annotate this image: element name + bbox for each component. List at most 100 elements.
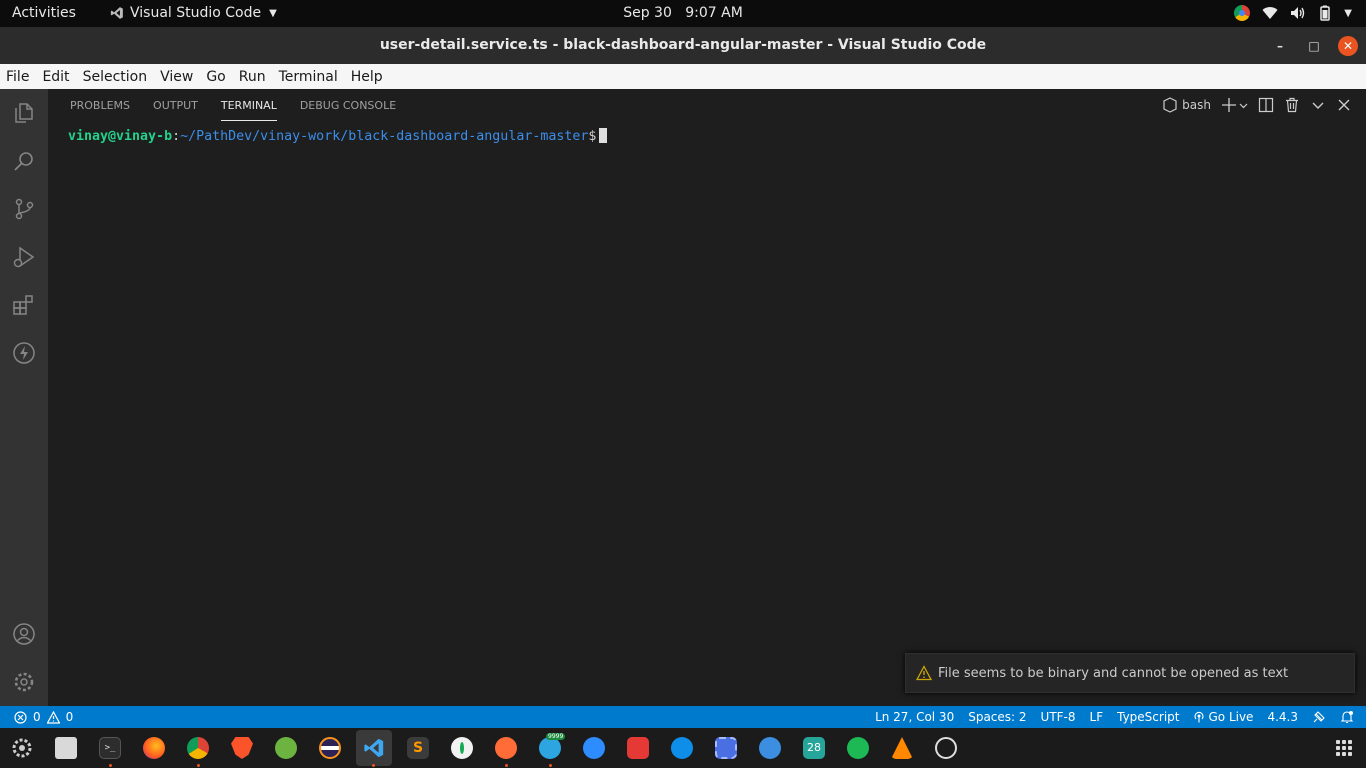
telegram-app-icon[interactable] xyxy=(539,737,561,759)
postman-app-icon[interactable] xyxy=(495,737,517,759)
notification-message: File seems to be binary and cannot be op… xyxy=(938,665,1289,681)
menu-bar: File Edit Selection View Go Run Terminal… xyxy=(0,64,1366,89)
power-menu-chevron-icon[interactable]: ▼ xyxy=(1344,8,1352,19)
mongodb-compass-app-icon[interactable] xyxy=(451,737,473,759)
go-live-label: Go Live xyxy=(1208,710,1254,724)
terminal-select[interactable]: bash xyxy=(1162,97,1211,113)
menu-terminal[interactable]: Terminal xyxy=(279,69,338,85)
language-mode[interactable]: TypeScript xyxy=(1117,710,1179,724)
tab-debug-console[interactable]: DEBUG CONSOLE xyxy=(300,99,396,121)
terminal-shell-icon xyxy=(1163,97,1177,113)
warning-icon xyxy=(916,665,932,681)
files-app-icon[interactable] xyxy=(55,737,77,759)
vscode-icon xyxy=(110,7,123,19)
run-debug-icon[interactable] xyxy=(12,245,36,269)
lightning-icon[interactable] xyxy=(12,341,36,365)
battery-icon xyxy=(1320,5,1331,21)
screenshot-app-icon[interactable] xyxy=(715,737,737,759)
window-title-bar: user-detail.service.ts - black-dashboard… xyxy=(0,27,1366,64)
activities-button[interactable]: Activities xyxy=(12,5,76,21)
eclipse-app-icon[interactable] xyxy=(319,737,341,759)
close-window-button[interactable]: ✕ xyxy=(1338,36,1358,56)
running-indicator xyxy=(197,764,200,767)
settings-gear-icon[interactable] xyxy=(12,670,36,694)
encoding[interactable]: UTF-8 xyxy=(1041,710,1076,724)
notification-toast[interactable]: File seems to be binary and cannot be op… xyxy=(905,653,1355,693)
prompt-path: ~/PathDev/vinay-work/black-dashboard-ang… xyxy=(180,129,589,144)
source-control-icon[interactable] xyxy=(12,197,36,221)
problems-status[interactable]: 0 0 xyxy=(14,710,73,724)
terminal-panel: PROBLEMS OUTPUT TERMINAL DEBUG CONSOLE b… xyxy=(48,89,1366,706)
calendar-app-icon[interactable]: 28 xyxy=(803,737,825,759)
spring-tools-app-icon[interactable] xyxy=(275,737,297,759)
menu-file[interactable]: File xyxy=(6,69,29,85)
zoom-app-icon[interactable] xyxy=(583,737,605,759)
chrome-indicator-icon[interactable] xyxy=(1234,5,1251,21)
menu-go[interactable]: Go xyxy=(206,69,225,85)
panel-tabs: PROBLEMS OUTPUT TERMINAL DEBUG CONSOLE xyxy=(70,99,396,121)
sublime-text-app-icon[interactable]: S xyxy=(407,737,429,759)
extensions-icon[interactable] xyxy=(12,293,36,317)
software-app-icon[interactable] xyxy=(935,737,957,759)
status-bar: 0 0 Ln 27, Col 30 Spaces: 2 UTF-8 LF Typ… xyxy=(0,706,1366,728)
terminal-output[interactable]: vinay@vinay-b:~/PathDev/vinay-work/black… xyxy=(68,128,608,144)
wifi-icon xyxy=(1262,7,1278,20)
time-label[interactable]: 9:07 AM xyxy=(685,5,743,21)
spotify-app-icon[interactable] xyxy=(847,737,869,759)
menu-view[interactable]: View xyxy=(160,69,193,85)
date-label[interactable]: Sep 30 xyxy=(623,5,672,21)
prompt-symbol: $ xyxy=(588,129,597,144)
new-terminal-button[interactable] xyxy=(1221,97,1248,113)
telegram-badge: 9999 xyxy=(546,733,566,740)
menu-edit[interactable]: Edit xyxy=(42,69,69,85)
minimize-button[interactable]: – xyxy=(1270,36,1290,56)
firefox-app-icon[interactable] xyxy=(143,737,165,759)
settings-app-icon[interactable] xyxy=(11,737,33,759)
explorer-icon[interactable] xyxy=(12,101,36,125)
system-tray[interactable]: ▼ xyxy=(1234,5,1352,21)
warning-count: 0 xyxy=(65,710,74,724)
running-indicator xyxy=(372,764,375,767)
account-icon[interactable] xyxy=(12,622,36,646)
brave-app-icon[interactable] xyxy=(231,737,253,759)
search-icon[interactable] xyxy=(12,149,36,173)
panel-toolbar: bash xyxy=(1162,97,1352,113)
activity-bar xyxy=(0,89,48,706)
show-applications-icon[interactable] xyxy=(1336,740,1352,756)
app-menu[interactable]: Visual Studio Code ▼ xyxy=(110,5,277,21)
plus-icon xyxy=(1222,98,1236,112)
indentation[interactable]: Spaces: 2 xyxy=(968,710,1026,724)
tab-output[interactable]: OUTPUT xyxy=(153,99,198,121)
teamviewer-app-icon[interactable] xyxy=(671,737,693,759)
shell-name: bash xyxy=(1182,98,1211,112)
menu-help[interactable]: Help xyxy=(351,69,383,85)
error-icon xyxy=(14,710,27,724)
anydesk-app-icon[interactable] xyxy=(627,737,649,759)
menu-run[interactable]: Run xyxy=(239,69,266,85)
version-label[interactable]: 4.4.3 xyxy=(1267,710,1298,724)
calendar-day: 28 xyxy=(807,741,821,754)
tab-terminal[interactable]: TERMINAL xyxy=(220,99,277,121)
vlc-app-icon[interactable] xyxy=(891,737,913,759)
cursor-position[interactable]: Ln 27, Col 30 xyxy=(875,710,954,724)
terminal-app-icon[interactable]: >_ xyxy=(99,737,121,759)
chrome-app-icon[interactable] xyxy=(187,737,209,759)
prompt-separator: : xyxy=(172,129,181,144)
close-icon[interactable] xyxy=(1336,97,1352,113)
go-live-button[interactable]: Go Live xyxy=(1193,710,1253,724)
chevron-down-icon xyxy=(1239,103,1248,108)
maximize-button[interactable]: □ xyxy=(1304,36,1324,56)
app-name: Visual Studio Code xyxy=(130,5,262,21)
menu-selection[interactable]: Selection xyxy=(83,69,148,85)
web-tool-app-icon[interactable] xyxy=(759,737,781,759)
feedback-icon[interactable] xyxy=(1312,710,1326,724)
chevron-down-icon[interactable] xyxy=(1310,97,1326,113)
notifications-bell-icon[interactable] xyxy=(1340,710,1354,724)
trash-icon[interactable] xyxy=(1284,97,1300,113)
error-count: 0 xyxy=(33,710,41,724)
running-indicator xyxy=(109,764,112,767)
end-of-line[interactable]: LF xyxy=(1090,710,1104,724)
vscode-app-icon[interactable] xyxy=(363,737,385,759)
split-terminal-icon[interactable] xyxy=(1258,97,1274,113)
tab-problems[interactable]: PROBLEMS xyxy=(70,99,130,121)
